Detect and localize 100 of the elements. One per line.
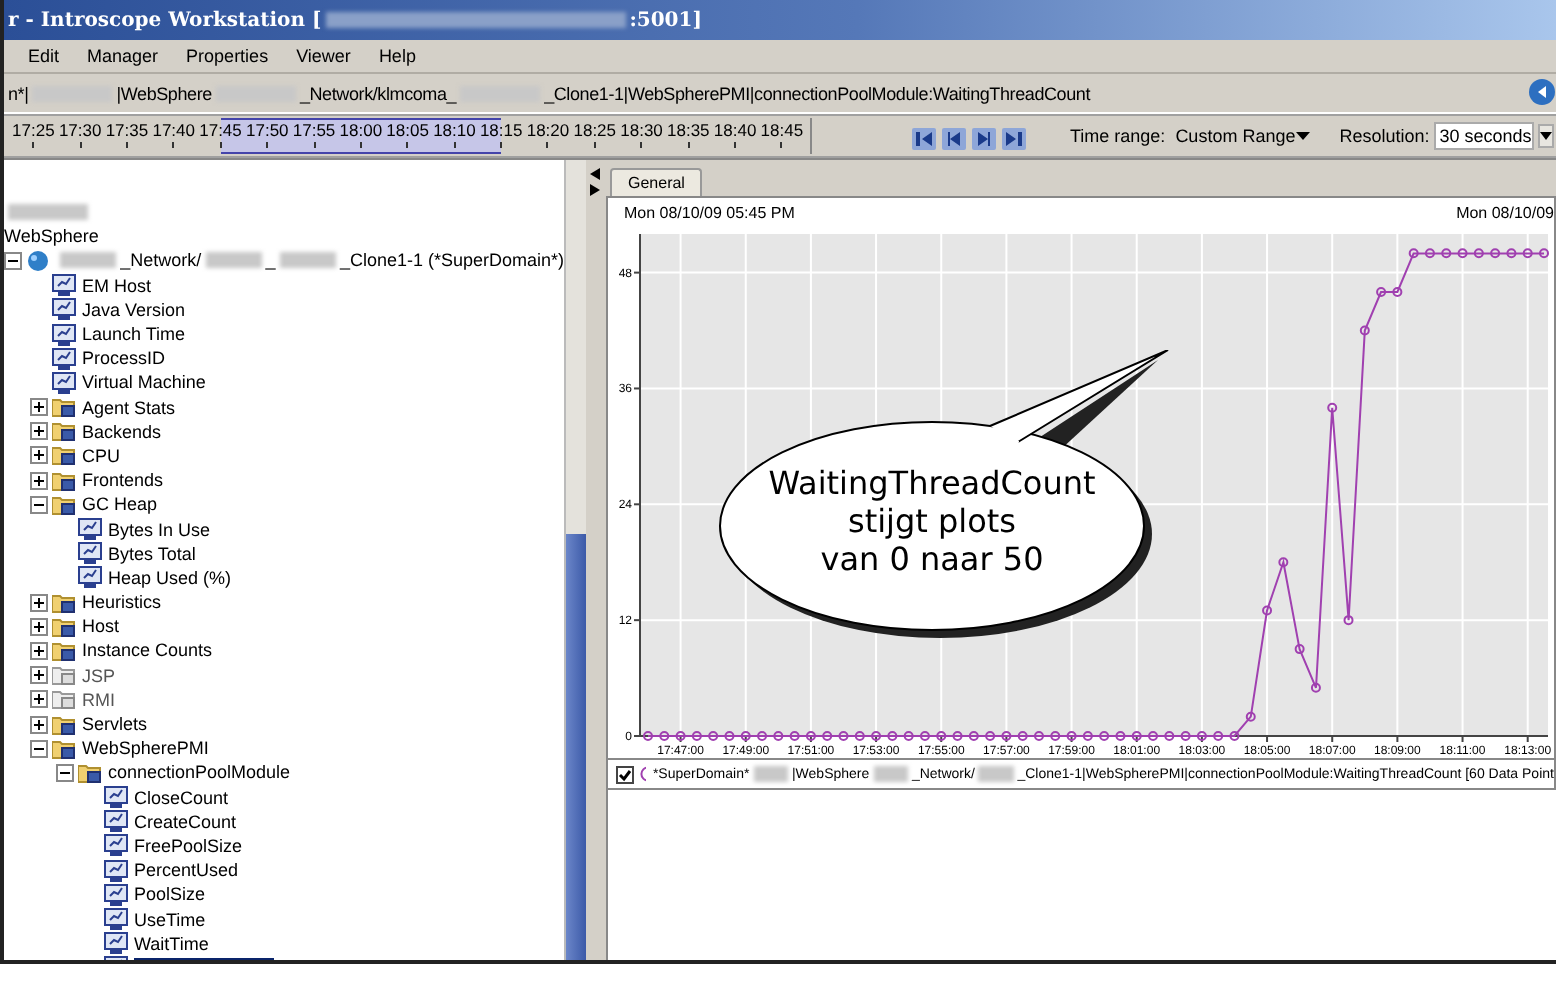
collapse-icon[interactable] [56,763,74,782]
tree-item: _Clone1-1 (*SuperDomain*) [339,250,564,271]
data-point [1457,248,1468,259]
collapse-icon[interactable] [30,495,48,514]
timeline-slot[interactable]: 18:40 [711,118,759,154]
resolution-field[interactable]: 30 seconds [1433,122,1534,150]
timeline-slot[interactable]: 18:20 [524,118,572,154]
tree-item[interactable]: Bytes In Use [108,519,211,540]
step-icon [942,127,966,149]
tree-item[interactable]: WebSphere [4,226,99,247]
nav-button[interactable] [942,125,966,147]
nav-button[interactable] [1002,125,1026,147]
tree-item[interactable]: Bytes Total [108,543,196,564]
folder-icon [52,591,76,614]
data-point [789,731,800,741]
time-label: 17:45 [199,120,242,140]
timeline-slot[interactable]: 17:35 [103,118,151,154]
tree-item[interactable]: Backends [82,421,162,442]
tree-item[interactable]: CreateCount [134,811,237,832]
collapse-icon[interactable] [30,739,48,758]
time-label: 18:35 [667,120,710,140]
time-label: 18:40 [713,120,757,140]
data-point [1539,248,1549,259]
timeline-slot[interactable]: 17:40 [150,118,198,154]
data-point [1522,248,1533,259]
expand-icon[interactable] [30,641,48,660]
tree-item[interactable]: connectionPoolModule [108,762,291,783]
menu-item[interactable]: Edit [28,46,60,66]
tree-item[interactable]: WebSpherePMI [82,738,209,759]
timeline-slot[interactable]: 18:10 [431,118,478,154]
data-point [1001,731,1012,741]
expand-icon[interactable] [30,422,48,441]
tree-item[interactable]: Launch Time [82,324,186,345]
tree-item[interactable]: Agent Stats [82,397,176,418]
callout-text: van 0 naar 50 [820,540,1044,578]
tree-item[interactable]: PoolSize [134,884,206,905]
collapse-icon[interactable] [4,251,22,270]
tree-item[interactable]: FreePoolSize [134,835,243,856]
timeline-slot[interactable]: 18:45 [758,118,806,154]
timeline-slot[interactable]: 18:05 [384,118,432,154]
expand-icon[interactable] [30,715,48,734]
tree-item[interactable]: Instance Counts [82,640,213,661]
dropdown-button[interactable] [1537,124,1554,148]
data-point [1017,731,1028,741]
expand-icon[interactable] [30,617,48,636]
back-icon[interactable] [1528,78,1556,106]
caret-icon [1539,132,1552,140]
tree-item[interactable]: Host [82,616,120,637]
timeline-slot[interactable]: 18:00 [337,118,385,154]
metric-icon [52,323,76,346]
data-point [805,731,816,741]
step-icon [972,127,996,149]
data-point [1245,711,1256,722]
tree-item[interactable]: EM Host [82,275,152,296]
folder-icon [52,688,76,711]
data-point [1359,325,1370,336]
redacted-block [60,252,117,269]
timeline-slot[interactable]: 17:50 [243,118,291,154]
tree-item[interactable]: Virtual Machine [82,372,206,393]
metric-icon [52,298,76,321]
tree-item[interactable]: CPU [82,445,121,466]
tree-item[interactable]: WaitTime [134,933,209,954]
tree-item[interactable]: Frontends [82,470,164,491]
timeline-slot[interactable]: 18:15 [477,118,525,154]
tree-item[interactable]: Heap Used (%) [108,567,232,588]
checkbox[interactable] [616,765,634,783]
timeline-slot[interactable]: 17:30 [56,118,104,154]
expand-icon[interactable] [30,471,48,490]
tree-item[interactable]: GC Heap [82,494,158,515]
timeline-slot[interactable]: 18:25 [571,118,619,154]
menu-item[interactable]: Help [378,46,416,66]
tree-item[interactable]: UseTime [134,909,206,930]
timeline-slot[interactable]: 17:25 [10,118,57,154]
tree-item[interactable]: Heuristics [82,592,162,613]
time-label: 18:45 [760,120,804,140]
nav-button[interactable] [912,125,936,147]
expand-icon[interactable] [30,398,48,417]
menu-item[interactable]: Manager [87,46,159,66]
folder-icon [52,639,76,662]
arrow-left-icon[interactable] [589,168,599,180]
timeline-slot[interactable]: 18:30 [618,118,665,154]
tab[interactable]: General [610,168,703,196]
expand-icon[interactable] [30,446,48,465]
tree-item[interactable]: Servlets [82,714,148,735]
nav-button[interactable] [972,125,996,147]
timeline-slot[interactable]: 17:45 [197,118,244,154]
agent-icon [26,249,50,272]
menu-item[interactable]: Properties [186,46,269,66]
scrollbar[interactable] [564,160,586,960]
timeline-slot[interactable]: 17:55 [290,118,338,154]
arrow-right-icon[interactable] [589,184,599,196]
timeline-slot[interactable]: 18:35 [664,118,712,154]
time-range-dropdown[interactable]: Custom Range [1169,122,1316,150]
menu-item[interactable]: Viewer [296,46,351,66]
tree-item[interactable]: Java Version [82,299,186,320]
tree-item[interactable]: PercentUsed [134,860,239,881]
data-point [854,731,865,741]
tree-item[interactable]: ProcessID [82,348,166,369]
tree-item[interactable]: CloseCount [134,787,229,808]
expand-icon[interactable] [30,593,48,612]
